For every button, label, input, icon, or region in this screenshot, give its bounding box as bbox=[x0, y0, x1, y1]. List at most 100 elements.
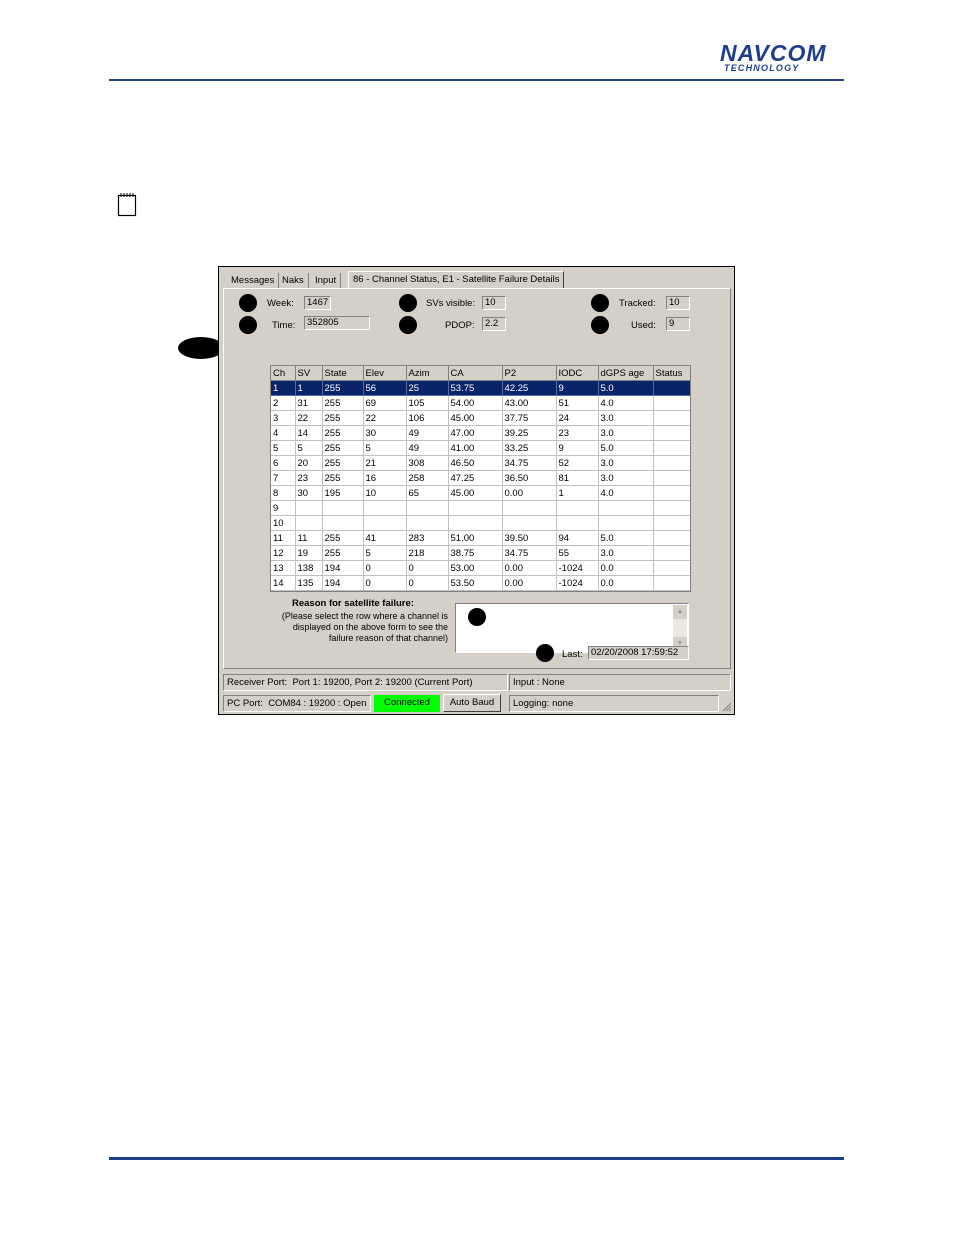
table-cell: 5 bbox=[271, 440, 296, 456]
channel-table[interactable]: Ch SV State Elev Azim CA P2 IODC dGPS ag… bbox=[270, 365, 691, 592]
table-row[interactable]: 4 14 255 30 49 47.00 39.25 23 3.0 bbox=[271, 425, 690, 441]
table-cell: 195 bbox=[322, 485, 364, 501]
table-cell: 11 bbox=[271, 530, 296, 546]
table-cell: 0 bbox=[363, 560, 407, 576]
table-cell: 14 bbox=[295, 425, 323, 441]
table-cell: 0.00 bbox=[502, 485, 557, 501]
table-cell: 45.00 bbox=[448, 485, 503, 501]
column-header[interactable]: CA bbox=[448, 366, 503, 381]
table-cell: 9 bbox=[556, 440, 599, 456]
callout-dot bbox=[399, 294, 417, 312]
table-cell bbox=[598, 500, 654, 516]
table-cell bbox=[448, 500, 503, 516]
table-cell: 22 bbox=[363, 410, 407, 426]
table-cell: -1024 bbox=[556, 575, 599, 591]
column-header[interactable]: P2 bbox=[502, 366, 557, 381]
table-cell: 1 bbox=[556, 485, 599, 501]
table-cell: 0 bbox=[406, 575, 449, 591]
table-cell: 4.0 bbox=[598, 395, 654, 411]
table-row[interactable]: 8 30 195 10 65 45.00 0.00 1 4.0 bbox=[271, 485, 690, 501]
table-row[interactable]: 11 11 255 41 283 51.00 39.50 94 5.0 bbox=[271, 530, 690, 546]
table-cell: 69 bbox=[363, 395, 407, 411]
table-cell: 41.00 bbox=[448, 440, 503, 456]
table-cell: 56 bbox=[363, 380, 407, 396]
table-cell: 19 bbox=[295, 545, 323, 561]
table-cell: 255 bbox=[322, 455, 364, 471]
table-body: 1 1 255 56 25 53.75 42.25 9 5.0 2 31 255 69 105 54.00 4… bbox=[271, 380, 690, 591]
table-cell: -1024 bbox=[556, 560, 599, 576]
table-cell: 10 bbox=[363, 485, 407, 501]
table-row[interactable]: 13 138 194 0 0 53.00 0.00 -1024 0.0 bbox=[271, 560, 690, 576]
last-field: 02/20/2008 17:59:52 bbox=[588, 646, 689, 660]
table-cell: 38.75 bbox=[448, 545, 503, 561]
table-cell: 0.00 bbox=[502, 560, 557, 576]
table-cell: 255 bbox=[322, 440, 364, 456]
column-header[interactable]: Status bbox=[653, 366, 690, 381]
tab-input[interactable]: Input bbox=[311, 273, 342, 288]
table-cell: 258 bbox=[406, 470, 449, 486]
column-header[interactable]: Ch bbox=[271, 366, 296, 381]
svs-visible-field: 10 bbox=[482, 296, 506, 310]
column-header[interactable]: State bbox=[322, 366, 364, 381]
table-cell: 135 bbox=[295, 575, 323, 591]
table-cell: 42.25 bbox=[502, 380, 557, 396]
receiver-port-value: Port 1: 19200, Port 2: 19200 (Current Po… bbox=[292, 677, 473, 688]
table-cell: 218 bbox=[406, 545, 449, 561]
table-cell: 53.50 bbox=[448, 575, 503, 591]
table-cell: 37.75 bbox=[502, 410, 557, 426]
table-cell: 24 bbox=[556, 410, 599, 426]
table-cell bbox=[653, 575, 690, 591]
table-row[interactable]: 5 5 255 5 49 41.00 33.25 9 5.0 bbox=[271, 440, 690, 456]
logo-wordmark: NAVCOM bbox=[720, 40, 827, 66]
receiver-port-label: Receiver Port: bbox=[227, 677, 288, 688]
table-cell: 3 bbox=[271, 410, 296, 426]
column-header[interactable]: Elev bbox=[363, 366, 407, 381]
scroll-up-icon[interactable]: ▲ bbox=[673, 605, 687, 619]
table-row[interactable]: 6 20 255 21 308 46.50 34.75 52 3.0 bbox=[271, 455, 690, 471]
callout-dot bbox=[239, 294, 257, 312]
week-field: 1467 bbox=[304, 296, 331, 310]
table-row[interactable]: 9 bbox=[271, 500, 690, 516]
table-header: Ch SV State Elev Azim CA P2 IODC dGPS ag… bbox=[271, 366, 690, 381]
pc-port-value: COM84 : 19200 : Open bbox=[268, 698, 367, 709]
table-cell: 25 bbox=[406, 380, 449, 396]
table-cell bbox=[295, 500, 323, 516]
week-label: Week: bbox=[267, 298, 294, 309]
connected-badge: Connected bbox=[374, 695, 440, 712]
table-row[interactable]: 14 135 194 0 0 53.50 0.00 -1024 0.0 bbox=[271, 575, 690, 591]
table-cell: 14 bbox=[271, 575, 296, 591]
table-row[interactable]: 3 22 255 22 106 45.00 37.75 24 3.0 bbox=[271, 410, 690, 426]
resize-grip-icon[interactable] bbox=[722, 702, 732, 712]
table-cell: 7 bbox=[271, 470, 296, 486]
auto-baud-button[interactable]: Auto Baud bbox=[443, 694, 501, 712]
tab-naks[interactable]: Naks bbox=[278, 273, 309, 288]
table-cell: 5.0 bbox=[598, 440, 654, 456]
table-cell bbox=[653, 485, 690, 501]
table-row[interactable]: 10 bbox=[271, 515, 690, 531]
table-cell: 20 bbox=[295, 455, 323, 471]
table-row[interactable]: 12 19 255 5 218 38.75 34.75 55 3.0 bbox=[271, 545, 690, 561]
tab-messages[interactable]: Messages bbox=[227, 273, 280, 288]
table-cell: 255 bbox=[322, 425, 364, 441]
column-header[interactable]: dGPS age bbox=[598, 366, 654, 381]
table-cell: 65 bbox=[406, 485, 449, 501]
column-header[interactable]: SV bbox=[295, 366, 323, 381]
reason-help-text: (Please select the row where a channel i… bbox=[281, 611, 448, 643]
column-header[interactable]: Azim bbox=[406, 366, 449, 381]
table-row[interactable]: 1 1 255 56 25 53.75 42.25 9 5.0 bbox=[271, 380, 690, 396]
column-header[interactable]: IODC bbox=[556, 366, 599, 381]
tab-channel-status[interactable]: 86 - Channel Status, E1 - Satellite Fail… bbox=[348, 271, 565, 289]
table-cell: 194 bbox=[322, 575, 364, 591]
table-row[interactable]: 7 23 255 16 258 47.25 36.50 81 3.0 bbox=[271, 470, 690, 486]
table-cell: 39.50 bbox=[502, 530, 557, 546]
pc-port-label: PC Port: bbox=[227, 698, 263, 709]
table-cell bbox=[653, 545, 690, 561]
table-cell: 51 bbox=[556, 395, 599, 411]
table-cell: 47.25 bbox=[448, 470, 503, 486]
table-cell: 33.25 bbox=[502, 440, 557, 456]
table-cell: 105 bbox=[406, 395, 449, 411]
pdop-label: PDOP: bbox=[445, 320, 475, 331]
reason-scrollbar[interactable]: ▲ ▼ bbox=[673, 605, 687, 651]
table-cell: 49 bbox=[406, 425, 449, 441]
table-row[interactable]: 2 31 255 69 105 54.00 43.00 51 4.0 bbox=[271, 395, 690, 411]
